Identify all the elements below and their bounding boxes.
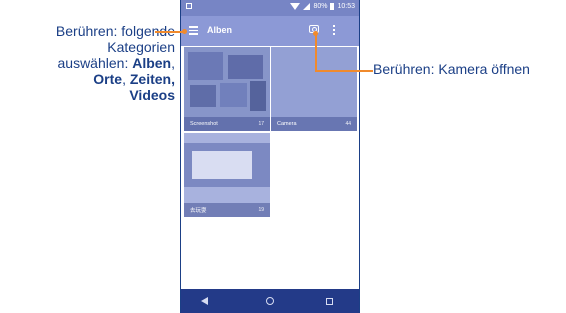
album-caption: Screenshot 17 bbox=[184, 117, 270, 131]
camera-callout-dot bbox=[313, 31, 318, 36]
menu-callout-line-4: Orte, Zeiten, bbox=[0, 71, 175, 87]
album-name: Camera bbox=[277, 121, 297, 127]
album-count: 17 bbox=[258, 121, 264, 127]
menu-icon[interactable] bbox=[189, 26, 198, 35]
status-icons: 80% 10:53 bbox=[290, 3, 355, 10]
phone-screen: 80% 10:53 Alben Screenshot 17 Camera 44 bbox=[180, 0, 360, 313]
menu-callout-connector bbox=[155, 31, 185, 33]
album-name: Screenshot bbox=[190, 121, 218, 127]
menu-callout-videos: Videos bbox=[129, 87, 175, 103]
menu-callout-dot bbox=[182, 29, 187, 34]
battery-percent: 80% bbox=[313, 3, 328, 10]
menu-callout-alben: Alben bbox=[132, 55, 172, 71]
menu-callout-zeiten: Zeiten, bbox=[129, 71, 175, 87]
album-count: 44 bbox=[345, 121, 351, 127]
more-options-icon[interactable] bbox=[333, 25, 335, 35]
menu-callout: Berühren: folgende Kategorien auswählen:… bbox=[0, 23, 175, 103]
album-screenshot[interactable]: Screenshot 17 bbox=[184, 47, 270, 131]
app-title: Alben bbox=[207, 25, 233, 35]
album-thumb-tile bbox=[228, 55, 263, 79]
camera-callout-connector-vertical bbox=[315, 34, 317, 71]
status-bar: 80% 10:53 bbox=[181, 0, 359, 16]
recent-apps-icon[interactable] bbox=[326, 297, 333, 305]
menu-callout-line-3-prefix: auswählen: bbox=[57, 55, 133, 71]
menu-callout-line-3-suffix: , bbox=[171, 55, 175, 71]
app-bar: Alben bbox=[181, 16, 359, 46]
menu-callout-line-3: auswählen: Alben, bbox=[0, 55, 176, 71]
status-time: 10:53 bbox=[337, 3, 355, 10]
home-icon[interactable] bbox=[266, 297, 274, 305]
back-icon[interactable] bbox=[201, 297, 214, 305]
album-thumb-tile bbox=[188, 52, 223, 80]
notification-icon bbox=[186, 3, 192, 9]
album-third[interactable]: 去玩耍 19 bbox=[184, 133, 270, 217]
menu-callout-orte: Orte bbox=[93, 71, 123, 87]
album-caption: Camera 44 bbox=[271, 117, 357, 131]
wifi-icon bbox=[290, 3, 301, 10]
menu-callout-line-2: Kategorien bbox=[107, 39, 175, 55]
album-thumb-highlight bbox=[192, 151, 252, 179]
album-thumb-tile bbox=[220, 83, 247, 107]
album-thumb-tile bbox=[190, 85, 216, 107]
menu-callout-separator: , bbox=[122, 71, 130, 87]
album-thumb bbox=[271, 47, 357, 117]
album-camera[interactable]: Camera 44 bbox=[271, 47, 357, 131]
battery-icon bbox=[330, 3, 335, 10]
camera-callout-connector-horizontal bbox=[315, 70, 373, 72]
album-caption: 去玩耍 19 bbox=[184, 203, 270, 217]
album-name: 去玩耍 bbox=[190, 208, 207, 214]
navigation-bar bbox=[181, 289, 359, 313]
album-thumb-tile bbox=[250, 81, 266, 111]
album-count: 19 bbox=[258, 207, 264, 213]
camera-callout: Berühren: Kamera öffnen bbox=[373, 61, 530, 77]
menu-callout-line-1: Berühren: folgende bbox=[55, 23, 175, 39]
signal-icon bbox=[303, 3, 311, 10]
